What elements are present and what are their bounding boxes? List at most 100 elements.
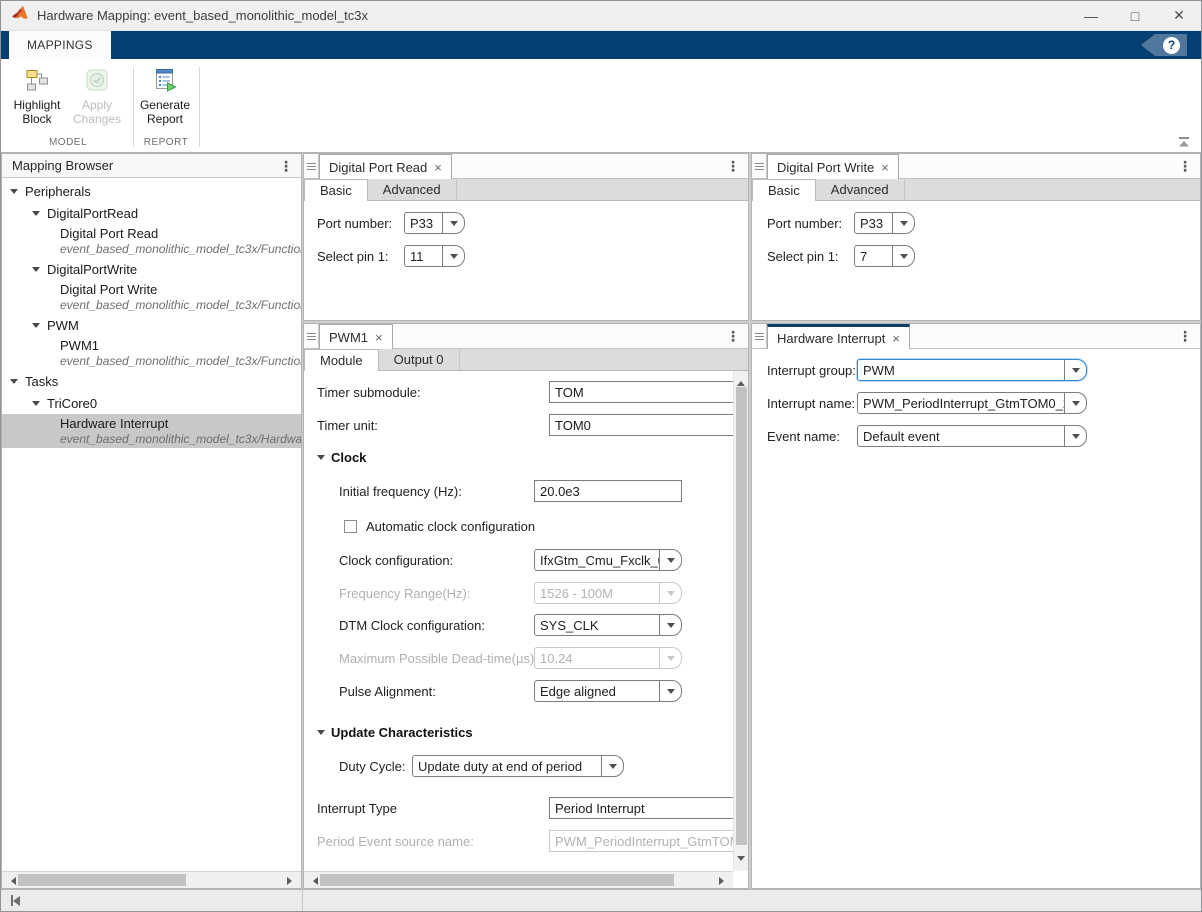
scroll-left-icon[interactable] xyxy=(7,877,16,885)
panel-drag-handle-icon[interactable] xyxy=(304,324,319,348)
subtab-output0[interactable]: Output 0 xyxy=(379,349,460,370)
close-button[interactable]: ✕ xyxy=(1157,1,1201,30)
pwm-vertical-scrollbar[interactable] xyxy=(733,371,748,871)
expander-icon[interactable] xyxy=(10,379,18,388)
update-characteristics-section-header[interactable]: Update Characteristics xyxy=(317,725,473,740)
panel-drag-handle-icon[interactable] xyxy=(304,154,319,178)
expander-icon[interactable] xyxy=(32,267,40,276)
titlebar: Hardware Mapping: event_based_monolithic… xyxy=(1,1,1201,31)
tree-item-hardware-interrupt[interactable]: Hardware Interrupt event_based_monolithi… xyxy=(2,414,301,448)
chevron-down-icon[interactable] xyxy=(443,246,464,266)
panel-menu-icon[interactable]: ⋮ xyxy=(279,161,293,171)
interrupt-group-dropdown[interactable]: PWM xyxy=(857,359,1087,381)
expander-icon[interactable] xyxy=(10,189,18,198)
panel-menu-icon[interactable]: ⋮ xyxy=(1178,161,1192,171)
timer-submodule-input[interactable]: TOM xyxy=(549,381,733,403)
panel-drag-handle-icon[interactable] xyxy=(752,154,767,178)
select-pin-dropdown[interactable]: 7 xyxy=(854,245,915,267)
panel-menu-icon[interactable]: ⋮ xyxy=(726,161,740,171)
tree-label: TriCore0 xyxy=(47,396,97,411)
event-name-dropdown[interactable]: Default event xyxy=(857,425,1087,447)
tree-item-digital-port-write[interactable]: Digital Port Write event_based_monolithi… xyxy=(2,280,301,314)
tree-label: DigitalPortRead xyxy=(47,206,138,221)
tree-item-pwm[interactable]: PWM xyxy=(2,314,301,336)
clock-section-header[interactable]: Clock xyxy=(317,450,366,465)
subtab-advanced[interactable]: Advanced xyxy=(368,179,457,200)
chevron-down-icon[interactable] xyxy=(660,615,681,635)
expander-icon[interactable] xyxy=(32,323,40,332)
chevron-down-icon[interactable] xyxy=(893,246,914,266)
toolstrip: Highlight Block Apply Changes xyxy=(1,59,1201,153)
interrupt-type-input[interactable]: Period Interrupt xyxy=(549,797,733,819)
tree-item-tricore0[interactable]: TriCore0 xyxy=(2,392,301,414)
tree-item-digitalportwrite[interactable]: DigitalPortWrite xyxy=(2,258,301,280)
timer-unit-input[interactable]: TOM0 xyxy=(549,414,733,436)
tab-close-icon[interactable]: × xyxy=(892,332,900,345)
scroll-right-icon[interactable] xyxy=(287,877,296,885)
tree-item-digitalportread[interactable]: DigitalPortRead xyxy=(2,202,301,224)
panel-menu-icon[interactable]: ⋮ xyxy=(726,331,740,341)
highlight-block-button[interactable]: Highlight Block xyxy=(7,65,67,137)
port-number-dropdown[interactable]: P33 xyxy=(854,212,915,234)
expander-icon[interactable] xyxy=(32,401,40,410)
pwm-horizontal-scrollbar[interactable] xyxy=(304,871,733,888)
tab-label: Hardware Interrupt xyxy=(777,331,885,346)
subtab-basic[interactable]: Basic xyxy=(304,179,368,201)
initial-frequency-input[interactable]: 20.0e3 xyxy=(534,480,682,502)
scroll-right-icon[interactable] xyxy=(719,877,728,885)
skip-to-start-icon[interactable] xyxy=(11,895,20,906)
panel-menu-icon[interactable]: ⋮ xyxy=(1178,331,1192,341)
scroll-up-icon[interactable] xyxy=(737,377,745,386)
browser-horizontal-scrollbar[interactable] xyxy=(2,871,301,888)
scrollbar-thumb[interactable] xyxy=(736,387,747,845)
tree-label: Tasks xyxy=(25,374,58,389)
subtab-basic[interactable]: Basic xyxy=(752,179,816,201)
clock-configuration-dropdown[interactable]: IfxGtm_Cmu_Fxclk_0 xyxy=(534,549,682,571)
subtab-advanced[interactable]: Advanced xyxy=(816,179,905,200)
expander-icon[interactable] xyxy=(32,211,40,220)
field-label: Pulse Alignment: xyxy=(339,680,436,702)
tab-close-icon[interactable]: × xyxy=(434,161,442,174)
tab-digital-port-write[interactable]: Digital Port Write × xyxy=(767,154,899,179)
tab-mappings[interactable]: MAPPINGS xyxy=(9,31,111,59)
tab-hardware-interrupt[interactable]: Hardware Interrupt × xyxy=(767,324,910,349)
interrupt-name-dropdown[interactable]: PWM_PeriodInterrupt_GtmTOM0_20 xyxy=(857,392,1087,414)
ribbon-bar: MAPPINGS ? xyxy=(1,31,1201,59)
auto-clock-checkbox[interactable] xyxy=(344,520,357,533)
dtm-clock-dropdown[interactable]: SYS_CLK xyxy=(534,614,682,636)
select-pin-dropdown[interactable]: 11 xyxy=(404,245,465,267)
subtab-module[interactable]: Module xyxy=(304,349,379,371)
generate-report-button[interactable]: Generate Report xyxy=(135,65,195,137)
maximize-button[interactable]: □ xyxy=(1113,1,1157,30)
minimize-button[interactable]: — xyxy=(1069,1,1113,30)
chevron-down-icon[interactable] xyxy=(1065,393,1086,413)
chevron-down-icon[interactable] xyxy=(1065,360,1086,380)
chevron-down-icon[interactable] xyxy=(893,213,914,233)
tab-pwm1[interactable]: PWM1 × xyxy=(319,324,393,349)
scrollbar-thumb[interactable] xyxy=(320,874,674,886)
highlight-block-icon xyxy=(24,67,50,98)
chevron-down-icon[interactable] xyxy=(660,681,681,701)
tree-item-tasks[interactable]: Tasks xyxy=(2,370,301,392)
chevron-down-icon[interactable] xyxy=(660,550,681,570)
port-number-dropdown[interactable]: P33 xyxy=(404,212,465,234)
main-area: Mapping Browser ⋮ Peripherals DigitalPor… xyxy=(1,153,1201,889)
tab-digital-port-read[interactable]: Digital Port Read × xyxy=(319,154,452,179)
tab-close-icon[interactable]: × xyxy=(375,331,383,344)
duty-cycle-dropdown[interactable]: Update duty at end of period xyxy=(412,755,624,777)
tree-item-pwm1[interactable]: PWM1 event_based_monolithic_model_tc3x/F… xyxy=(2,336,301,370)
chevron-down-icon[interactable] xyxy=(602,756,623,776)
panel-drag-handle-icon[interactable] xyxy=(752,324,767,348)
collapse-toolstrip-icon[interactable] xyxy=(1177,135,1191,153)
hardware-mapping-window: Hardware Mapping: event_based_monolithic… xyxy=(0,0,1202,912)
scrollbar-thumb[interactable] xyxy=(18,874,186,886)
tree-item-peripherals[interactable]: Peripherals xyxy=(2,180,301,202)
scroll-left-icon[interactable] xyxy=(309,877,318,885)
chevron-down-icon[interactable] xyxy=(1065,426,1086,446)
help-button[interactable]: ? xyxy=(1141,34,1187,56)
scroll-down-icon[interactable] xyxy=(737,856,745,865)
pulse-alignment-dropdown[interactable]: Edge aligned xyxy=(534,680,682,702)
tree-item-digital-port-read[interactable]: Digital Port Read event_based_monolithic… xyxy=(2,224,301,258)
chevron-down-icon[interactable] xyxy=(443,213,464,233)
tab-close-icon[interactable]: × xyxy=(881,161,889,174)
